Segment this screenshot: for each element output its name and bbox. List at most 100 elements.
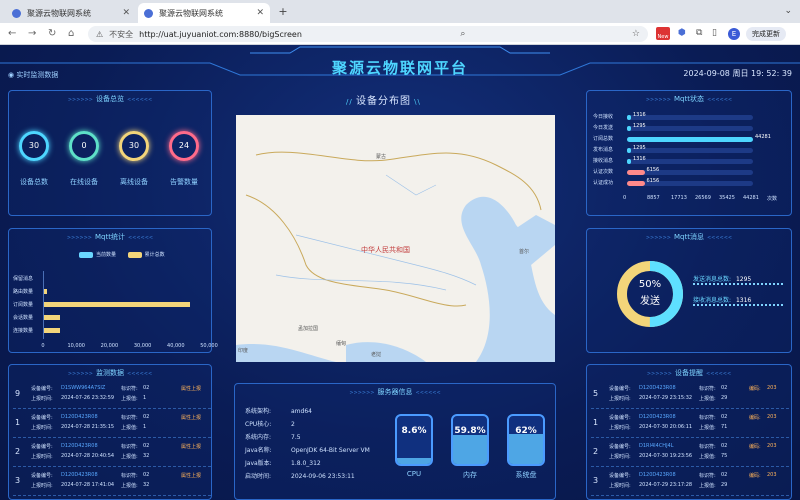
- identifier-label: 标识符:: [121, 444, 138, 450]
- server-info-row: 系统架构: amd64: [245, 406, 312, 415]
- x-tick-label: 26569: [695, 195, 711, 201]
- gauge-fill: [509, 434, 543, 464]
- list-item[interactable]: 1 设备编号: D120D423R08 标识符: 02 属性上报 上报时间: 2024-07-…: [13, 410, 211, 438]
- list-item[interactable]: 5 设备编号: D120D423R08 标识符: 02 编码: 203 上报时间: 2024-0…: [591, 381, 789, 409]
- device-code: D120D423R08: [61, 472, 98, 478]
- forward-arrow-icon[interactable]: →: [28, 28, 36, 39]
- x-tick-label: 40,000: [167, 343, 185, 349]
- mqtt-stats-panel: Mqtt统计 当前数量 累计总数 保留消息路由数量订阅数量会话数量连接数量010…: [8, 228, 218, 354]
- mqtt-message-panel: Mqtt消息 50% 发送 发送消息总数: 1295 接收消息总数: 1316: [586, 228, 792, 353]
- tab-search-chevron-icon[interactable]: ⌄: [784, 6, 792, 16]
- report-value: 1: [143, 395, 147, 401]
- send-total-label: 发送消息总数:: [693, 276, 732, 283]
- row-label: 订阅总数: [593, 136, 614, 142]
- mqtt-stats-chart: 保留消息 路由数量 订阅数量 会话数量 连接数量 0 10,000 20,000 30,000 4…: [9, 229, 218, 354]
- mqtt-status-row: 订阅总数 44281: [593, 134, 789, 144]
- close-tab-icon[interactable]: ✕: [122, 8, 130, 18]
- report-time: 2024-07-29 23:15:32: [639, 395, 693, 401]
- report-time-label: 上报时间:: [31, 396, 53, 402]
- report-value: 71: [721, 424, 728, 430]
- device-code-label: 设备编号:: [609, 415, 631, 421]
- x-tick-label: 50,000: [200, 343, 218, 349]
- list-item[interactable]: 3 设备编号: D120D423R08 标识符: 02 编码: 203 上报时间: 2024-0…: [591, 468, 789, 496]
- list-item[interactable]: 9 设备编号: D1SWW964A7SIZ 标识符: 02 属性上报 上报时间: 2024-0…: [13, 381, 211, 409]
- dashboard: 聚源云物联网平台 ◉ 实时监测数据 2024-09-08 周日 19: 52: …: [0, 45, 800, 500]
- overview-ring: 0: [69, 131, 99, 161]
- row-track: [627, 115, 753, 120]
- row-value: 6156: [646, 178, 660, 184]
- identifier-label: 标识符:: [699, 386, 716, 392]
- y-axis-line: [43, 271, 44, 339]
- list-item[interactable]: 1 设备编号: D120D423R08 标识符: 02 编码: 203 上报时间: 2024-0…: [591, 410, 789, 438]
- gauge-fill: [397, 458, 431, 464]
- overview-ring: 30: [119, 131, 149, 161]
- report-value: 75: [721, 453, 728, 459]
- mqtt-status-row: 发布消息 1295: [593, 145, 789, 155]
- device-code-label: 设备编号:: [31, 444, 53, 450]
- device-overview-panel: 设备总览 30 设备总数 0 在线设备 30 离线设备 24 告警数量: [8, 90, 212, 216]
- recv-total-value: 1316: [735, 297, 752, 304]
- extension-new-badge[interactable]: New: [656, 27, 670, 40]
- extensions-puzzle-icon[interactable]: ⧉: [696, 28, 702, 38]
- row-track: [627, 159, 753, 164]
- profile-avatar[interactable]: E: [728, 28, 740, 40]
- server-info-row: CPU核心: 2: [245, 419, 295, 428]
- server-info-panel: 服务器信息 系统架构: amd64 CPU核心: 2 系统内存: 7.5 Java名称: Op…: [234, 383, 556, 500]
- new-tab-button[interactable]: +: [276, 5, 290, 19]
- url-omnibox[interactable]: ⚠ 不安全 http://uat.juyuaniot.com:8880/bigS…: [88, 26, 648, 42]
- list-item[interactable]: 3 设备编号: D120D423R08 标识符: 02 属性上报 上报时间: 2024-07-…: [13, 468, 211, 496]
- panel-title: 服务器信息: [235, 387, 555, 397]
- row-index: 3: [593, 476, 599, 485]
- side-panel-icon[interactable]: ▯: [712, 28, 717, 38]
- report-type: 属性上报: [181, 444, 202, 450]
- mqtt-status-row: 认证次数 6156: [593, 167, 789, 177]
- info-key: CPU核心:: [245, 421, 272, 428]
- send-total: 发送消息总数: 1295: [693, 274, 751, 283]
- report-time: 2024-07-29 23:17:28: [639, 482, 693, 488]
- info-value: OpenJDK 64-Bit Server VM: [291, 447, 370, 454]
- datetime: 2024-09-08 周日 19: 52: 39: [683, 69, 792, 78]
- device-code-label: 设备编号:: [609, 386, 631, 392]
- row-label: 发布消息: [593, 147, 614, 153]
- overview-label: 在线设备: [70, 178, 98, 186]
- report-time: 2024-07-30 19:23:56: [639, 453, 693, 459]
- overview-ring: 24: [169, 131, 199, 161]
- monitor-data-panel: 监测数据 9设备编号:D1SWW964A7SIZ标识符:02属性上报上报时间:2…: [8, 364, 212, 500]
- report-value: 32: [143, 482, 150, 488]
- report-time-label: 上报时间:: [31, 425, 53, 431]
- code-label: 编码:: [749, 444, 761, 450]
- panel-title: Mqtt状态: [587, 94, 791, 104]
- browser-tab-2[interactable]: 聚源云物联网系统 ✕: [138, 3, 270, 23]
- info-key: 系统内存:: [245, 434, 272, 441]
- tab-title: 聚源云物联网系统: [27, 8, 91, 18]
- code-value: 203: [767, 472, 777, 478]
- report-time: 2024-07-28 21:35:15: [61, 424, 115, 430]
- device-code: D120D423R08: [61, 414, 98, 420]
- translate-extension-icon[interactable]: ⬢: [678, 28, 686, 38]
- category-label: 连接数量: [13, 328, 34, 334]
- row-value: 1295: [633, 145, 646, 151]
- device-code: D120D423R08: [639, 385, 676, 391]
- device-distribution-map[interactable]: 中华人民共和国 蒙古 首尔 孟加拉国 缅甸 老挝 印度: [236, 115, 555, 362]
- device-code: D120D423R08: [639, 414, 676, 420]
- x-tick-label: 30,000: [133, 343, 152, 349]
- reload-icon[interactable]: ↻: [48, 28, 56, 39]
- list-item[interactable]: 2 设备编号: D1RI4I4CHJ4L 标识符: 02 编码: 203 上报时间: 2024-…: [591, 439, 789, 467]
- browser-tab-1[interactable]: 聚源云物联网系统 ✕: [6, 3, 136, 23]
- close-tab-icon[interactable]: ✕: [256, 8, 264, 18]
- map-label-india: 印度: [238, 348, 249, 354]
- back-arrow-icon[interactable]: ←: [8, 28, 16, 39]
- list-item[interactable]: 2 设备编号: D120D423R08 标识符: 02 属性上报 上报时间: 2024-07-…: [13, 439, 211, 467]
- report-value-label: 上报值:: [699, 454, 716, 460]
- bookmark-star-icon[interactable]: ☆: [632, 29, 640, 39]
- device-code-label: 设备编号:: [609, 444, 631, 450]
- zoom-icon[interactable]: ⌕: [460, 29, 465, 39]
- info-value: 2: [291, 421, 295, 428]
- map-label-laos: 老挝: [371, 352, 382, 358]
- panel-title: 设备提醒: [587, 368, 791, 378]
- report-value-label: 上报值:: [121, 483, 138, 489]
- gauge-percent: 8.6%: [401, 426, 427, 436]
- x-tick-label: 10,000: [67, 343, 85, 349]
- update-button[interactable]: 完成更新: [746, 27, 786, 41]
- home-icon[interactable]: ⌂: [68, 28, 74, 39]
